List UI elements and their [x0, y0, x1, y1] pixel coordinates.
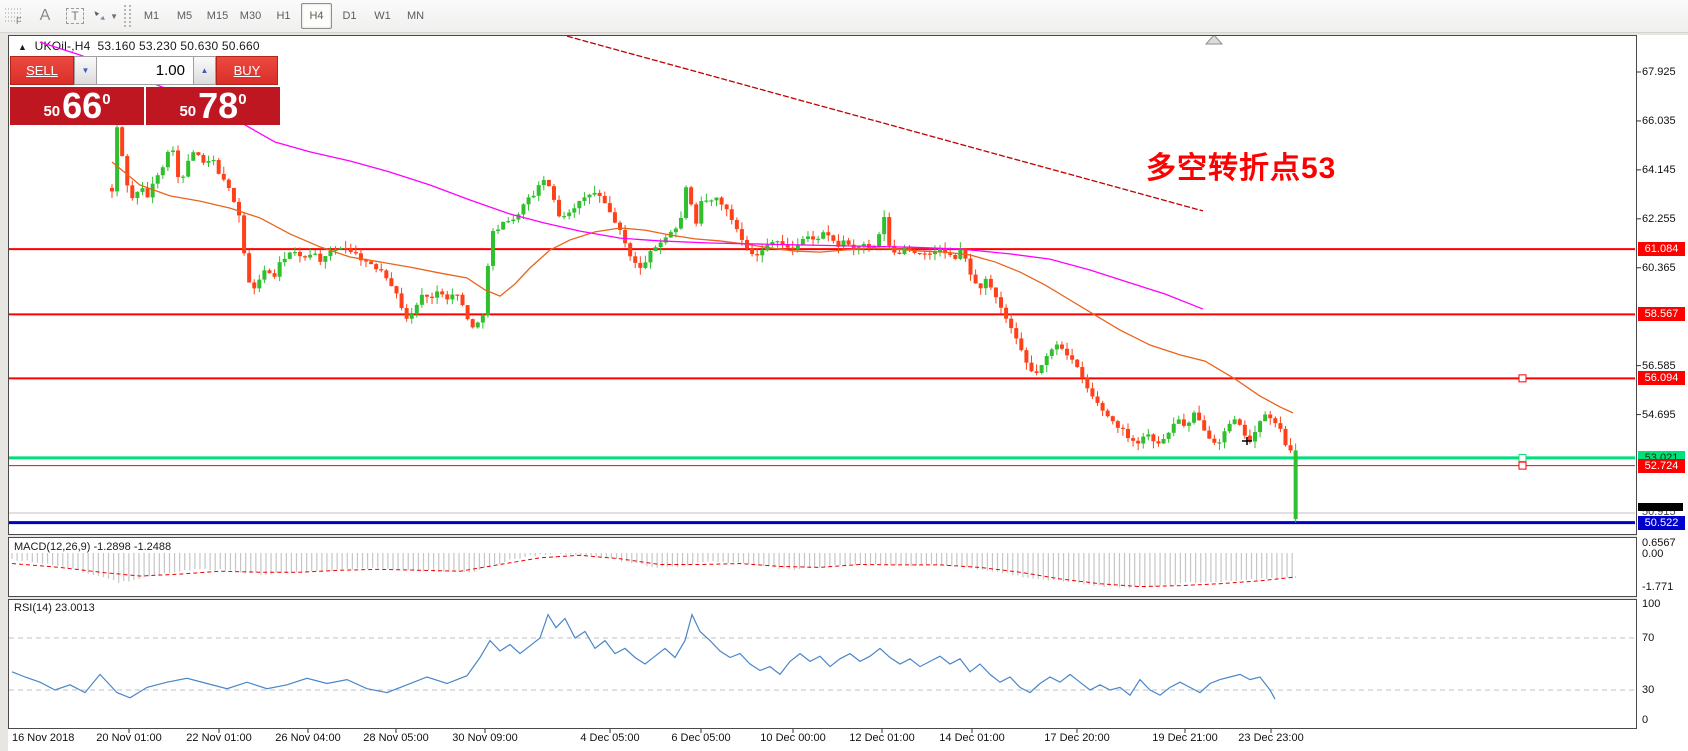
- price-line-badge: 56.094: [1638, 371, 1685, 385]
- volume-input[interactable]: [97, 56, 193, 85]
- mt4-workspace: F A T ▼ M1M5M15M30H1H4D1W1MN ▲ UKOil-,H4…: [0, 0, 1688, 751]
- sell-price[interactable]: 50 66 0: [10, 87, 146, 125]
- rsi-tick-label: 100: [1642, 598, 1688, 611]
- date-label: 4 Dec 05:00: [580, 732, 639, 744]
- chart-annotation-text: 多空转折点53: [1146, 143, 1336, 187]
- price-tick-label: 67.925: [1642, 66, 1688, 79]
- buy-button[interactable]: BUY: [216, 56, 278, 85]
- price-line-badge: 58.567: [1638, 307, 1685, 321]
- date-label: 30 Nov 09:00: [452, 732, 517, 744]
- rsi-tick-label: 30: [1642, 684, 1688, 697]
- date-label: 23 Dec 23:00: [1238, 732, 1303, 744]
- date-label: 26 Nov 04:00: [275, 732, 340, 744]
- date-label: 14 Dec 01:00: [939, 732, 1004, 744]
- macd-tick-label: -1.771: [1642, 581, 1688, 594]
- sell-price-point: 0: [102, 91, 110, 108]
- volume-increase-button[interactable]: ▲: [193, 56, 216, 85]
- buy-price-int: 50: [179, 103, 196, 120]
- date-label: 19 Dec 21:00: [1152, 732, 1217, 744]
- price-line-badge: 61.084: [1638, 242, 1685, 256]
- obscuring-bar: [1638, 503, 1683, 511]
- date-label: 16 Nov 2018: [12, 732, 74, 744]
- price-line-badge: 50.522: [1638, 516, 1685, 530]
- price-tick-label: 54.695: [1642, 409, 1688, 422]
- buy-price-point: 0: [238, 91, 246, 108]
- price-tick-label: 64.145: [1642, 164, 1688, 177]
- candlestick-series: [110, 122, 1298, 523]
- date-label: 20 Nov 01:00: [96, 732, 161, 744]
- price-line-badge: 52.724: [1638, 459, 1685, 473]
- sell-price-pips: 66: [62, 88, 102, 124]
- date-label: 17 Dec 20:00: [1044, 732, 1109, 744]
- buy-price-pips: 78: [198, 88, 238, 124]
- macd-tick-label: 0.00: [1642, 548, 1688, 561]
- date-label: 22 Nov 01:00: [186, 732, 251, 744]
- price-tick-label: 62.255: [1642, 213, 1688, 226]
- volume-decrease-button[interactable]: ▼: [74, 56, 97, 85]
- date-label: 12 Dec 01:00: [849, 732, 914, 744]
- price-tick-label: 66.035: [1642, 115, 1688, 128]
- sell-price-int: 50: [43, 103, 60, 120]
- date-label: 6 Dec 05:00: [671, 732, 730, 744]
- buy-price[interactable]: 50 78 0: [146, 87, 280, 125]
- price-tick-label: 60.365: [1642, 262, 1688, 275]
- date-label: 28 Nov 05:00: [363, 732, 428, 744]
- rsi-tick-label: 0: [1642, 714, 1688, 727]
- one-click-trading-panel: SELL ▼ ▲ BUY 50 66 0 50 78 0: [10, 56, 280, 125]
- date-label: 10 Dec 00:00: [760, 732, 825, 744]
- rsi-tick-label: 70: [1642, 632, 1688, 645]
- sell-button[interactable]: SELL: [10, 56, 74, 85]
